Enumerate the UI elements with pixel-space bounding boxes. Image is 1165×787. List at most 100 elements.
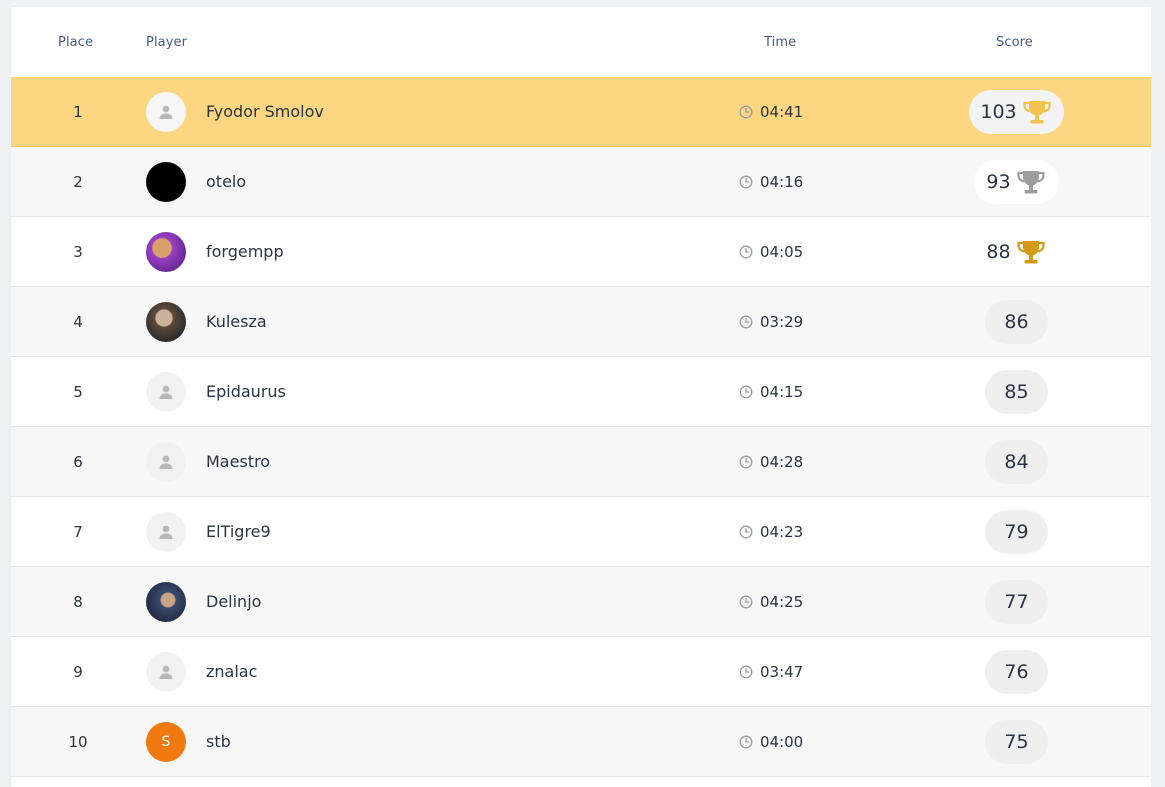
column-header-time[interactable]: Time [764,35,796,50]
player-name[interactable]: Epidaurus [206,357,286,426]
time-cell: 04:23 [739,497,803,566]
score-value: 86 [1004,311,1029,333]
avatar[interactable] [146,652,186,692]
column-header-place[interactable]: Place [58,35,93,50]
time-cell: 04:28 [739,427,803,496]
time-value: 04:00 [760,732,804,751]
trophy-icon [1011,238,1047,266]
table-row[interactable]: 5 Epidaurus 04:15 85 [11,357,1151,427]
clock-icon [739,455,753,468]
score-badge: 79 [985,510,1048,554]
avatar[interactable] [146,92,186,132]
score-value: 103 [980,101,1017,123]
table-row[interactable]: 3 forgempp 04:05 88 [11,217,1151,287]
table-row[interactable]: 1 Fyodor Smolov 04:41 103 [11,77,1151,147]
score-value: 76 [1004,661,1029,683]
clock-icon [739,105,753,118]
clock-icon [739,385,753,398]
time-cell: 03:29 [739,287,803,356]
score-value: 88 [986,241,1011,263]
player-name[interactable]: Maestro [206,427,270,496]
place-number: 7 [73,522,83,541]
table-row[interactable]: 9 znalac 03:47 76 [11,637,1151,707]
player-name[interactable]: Delinjo [206,567,261,636]
avatar[interactable] [146,162,186,202]
place-number: 3 [73,242,83,261]
trophy-icon [1011,168,1047,196]
time-value: 04:23 [760,522,804,541]
avatar[interactable] [146,232,186,272]
column-header-score[interactable]: Score [996,35,1033,50]
column-header-player[interactable]: Player [146,35,187,50]
time-cell: 04:05 [739,217,803,286]
player-name[interactable]: ElTigre9 [206,497,271,566]
player-name[interactable]: stb [206,707,231,776]
place-number: 1 [73,102,83,121]
time-cell: 04:16 [739,147,803,216]
time-value: 03:47 [760,662,804,681]
player-name[interactable]: forgempp [206,217,284,286]
time-cell: 04:00 [739,707,803,776]
table-row[interactable]: 7 ElTigre9 04:23 79 [11,497,1151,567]
score-badge: 84 [985,440,1048,484]
clock-icon [739,665,753,678]
avatar[interactable] [146,372,186,412]
score-badge: 88 [972,230,1061,274]
score-badge: 85 [985,370,1048,414]
avatar[interactable] [146,582,186,622]
score-badge: 93 [974,160,1059,204]
place-number: 6 [73,452,83,471]
user-icon [159,665,173,679]
clock-icon [739,315,753,328]
leaderboard: Place Player Time Score 1 Fyodor Smolov 04… [11,7,1151,787]
time-value: 04:28 [760,452,804,471]
user-icon [159,385,173,399]
avatar[interactable]: S [146,722,186,762]
place-number: 2 [73,172,83,191]
leaderboard-rows: 1 Fyodor Smolov 04:41 103 2 otelo 04:16 93 3 forg… [11,77,1151,777]
clock-icon [739,735,753,748]
table-row[interactable]: 2 otelo 04:16 93 [11,147,1151,217]
user-icon [159,525,173,539]
player-name[interactable]: Fyodor Smolov [206,77,324,146]
score-value: 79 [1004,521,1029,543]
avatar[interactable] [146,512,186,552]
clock-icon [739,595,753,608]
avatar[interactable] [146,302,186,342]
score-value: 84 [1004,451,1029,473]
clock-icon [739,245,753,258]
place-number: 8 [73,592,83,611]
trophy-icon [1017,98,1053,126]
time-value: 04:05 [760,242,804,261]
user-icon [159,455,173,469]
time-value: 04:25 [760,592,804,611]
time-value: 03:29 [760,312,804,331]
time-value: 04:15 [760,382,804,401]
time-value: 04:16 [760,172,804,191]
table-row[interactable]: 8 Delinjo 04:25 77 [11,567,1151,637]
score-badge: 76 [985,650,1048,694]
time-cell: 03:47 [739,637,803,706]
table-row[interactable]: 10 Sstb 04:00 75 [11,707,1151,777]
table-row[interactable]: 6 Maestro 04:28 84 [11,427,1151,497]
score-badge: 86 [985,300,1048,344]
time-cell: 04:25 [739,567,803,636]
place-number: 9 [73,662,83,681]
score-value: 85 [1004,381,1029,403]
clock-icon [739,525,753,538]
time-cell: 04:41 [739,77,803,146]
avatar[interactable] [146,442,186,482]
place-number: 10 [68,732,88,751]
player-name[interactable]: otelo [206,147,246,216]
score-value: 77 [1004,591,1029,613]
player-name[interactable]: Kulesza [206,287,267,356]
player-name[interactable]: znalac [206,637,257,706]
score-badge: 75 [985,720,1048,764]
user-icon [159,105,173,119]
table-row[interactable]: 4 Kulesza 03:29 86 [11,287,1151,357]
avatar-initial: S [161,734,171,750]
clock-icon [739,175,753,188]
score-badge: 77 [985,580,1048,624]
place-number: 5 [73,382,83,401]
time-cell: 04:15 [739,357,803,426]
